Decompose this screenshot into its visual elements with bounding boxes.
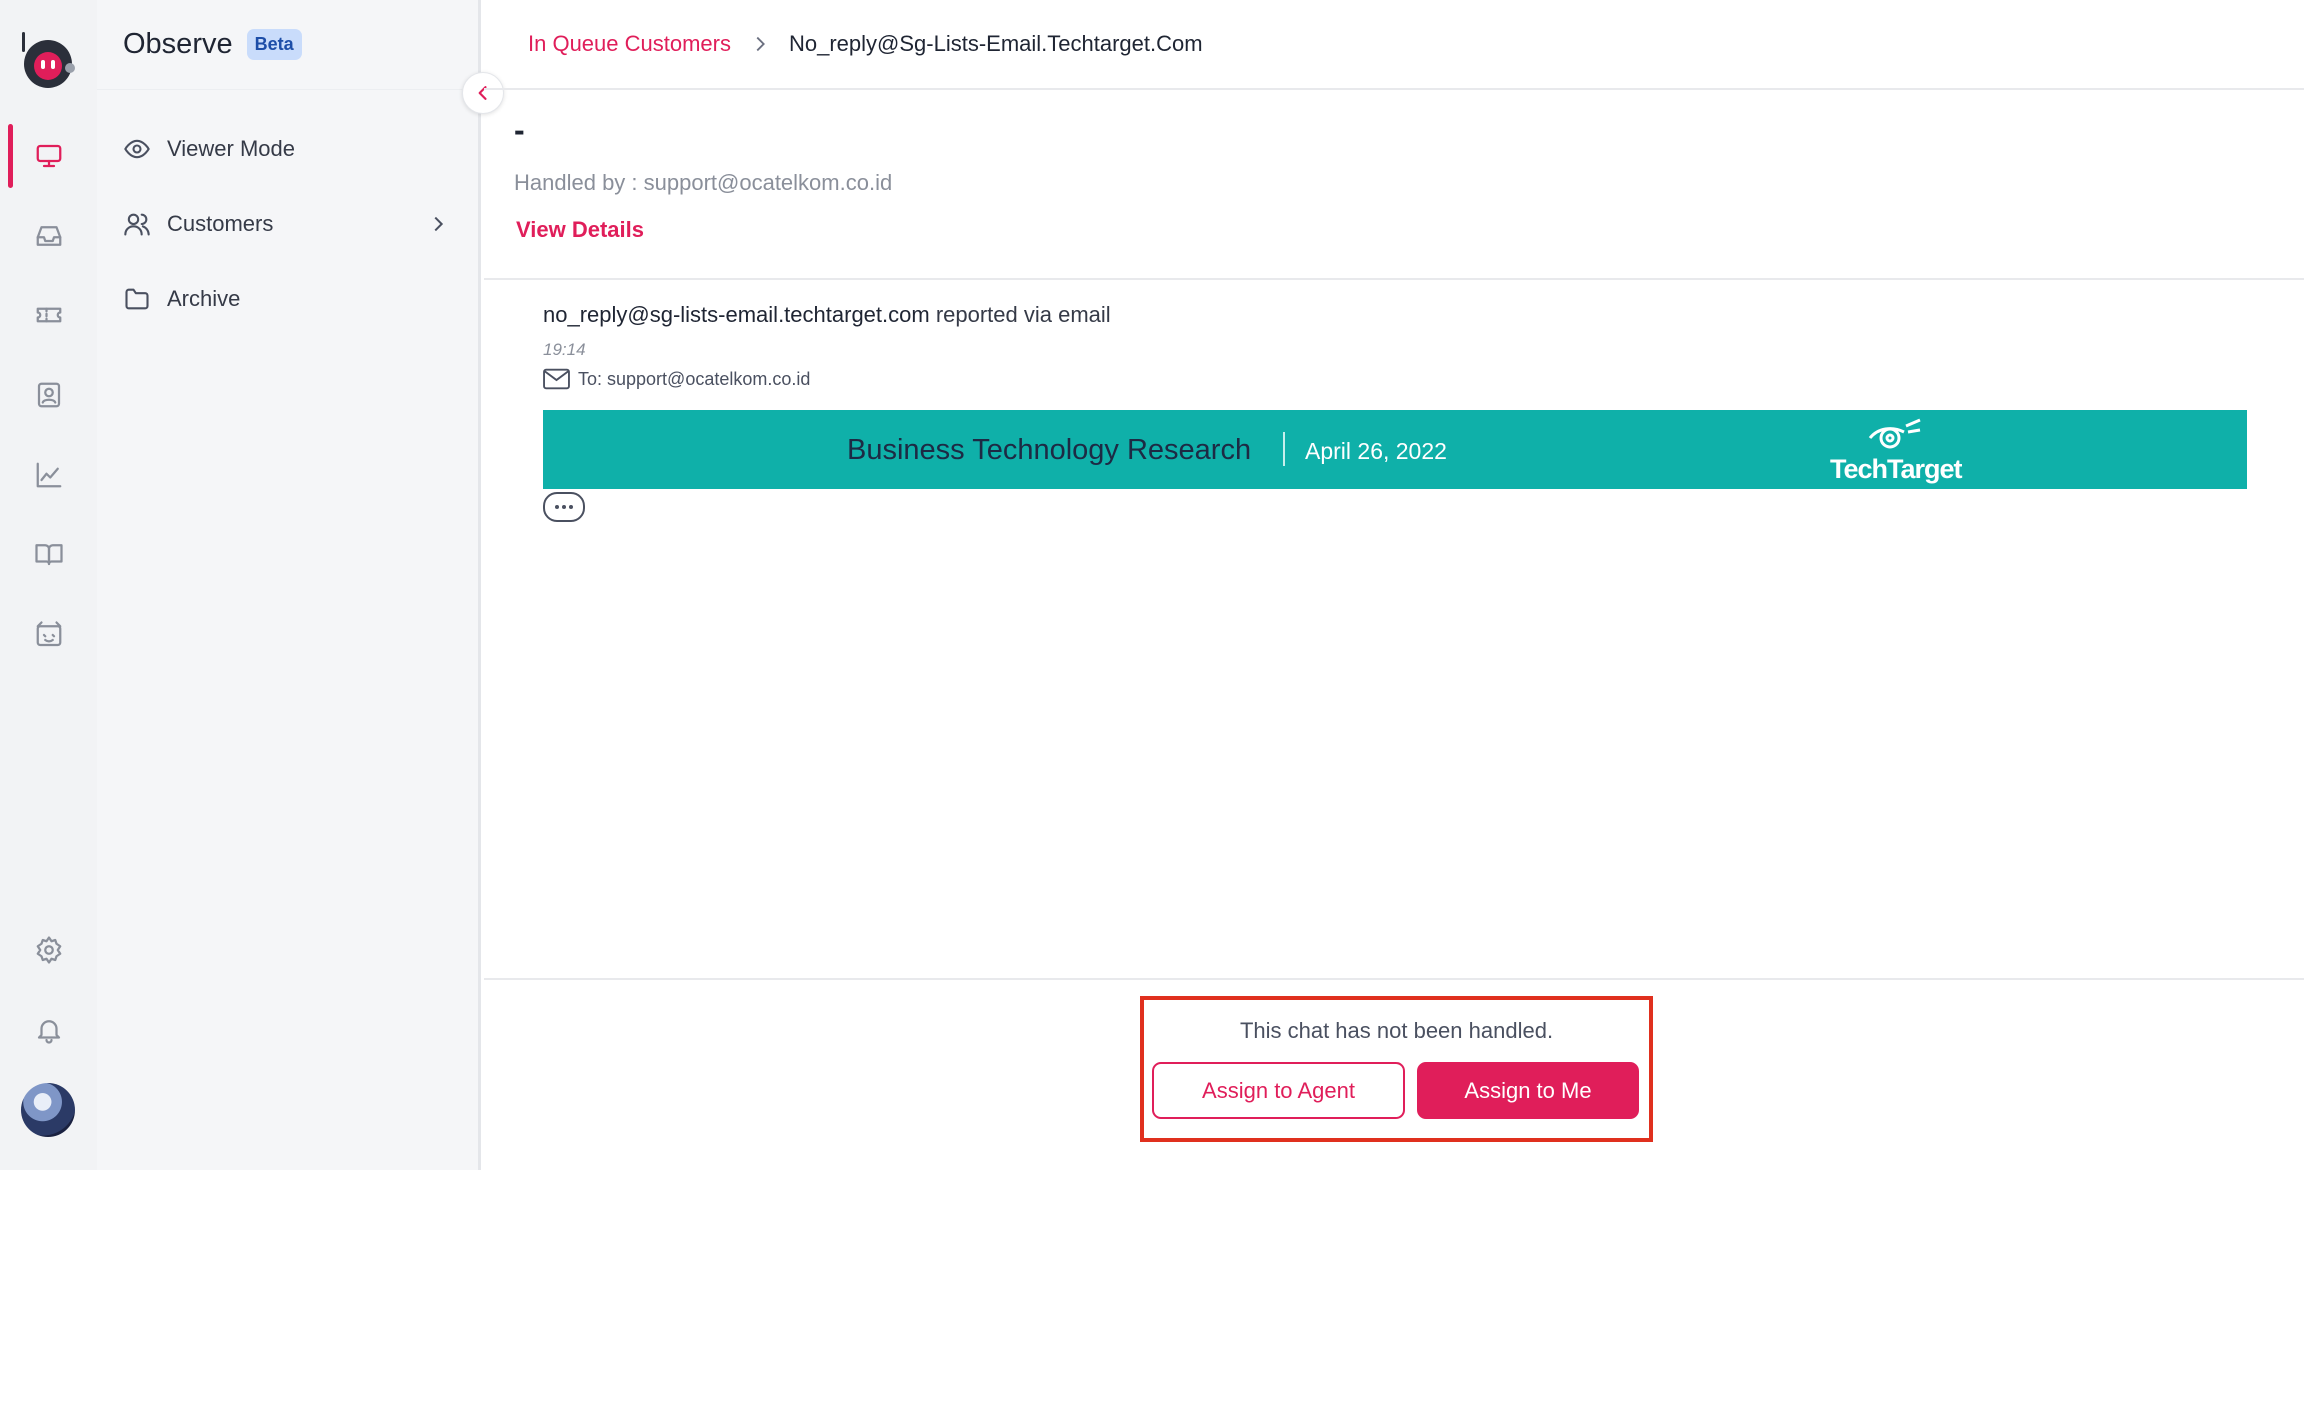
message-recipient: To: support@ocatelkom.co.id <box>543 368 810 390</box>
icon-rail <box>0 0 97 1170</box>
user-avatar[interactable] <box>21 1083 75 1137</box>
ticket-title: - <box>514 112 525 148</box>
rail-observe-monitor-icon[interactable] <box>0 124 97 188</box>
envelope-icon <box>543 368 570 390</box>
sidebar-item-customers[interactable]: Customers <box>123 202 459 246</box>
rail-ticket-icon[interactable] <box>0 283 97 347</box>
module-title: Observe <box>123 28 233 60</box>
email-message: no_reply@sg-lists-email.techtarget.com r… <box>543 302 1111 390</box>
assign-to-me-button[interactable]: Assign to Me <box>1417 1062 1639 1119</box>
chat-footer: This chat has not been handled. Assign t… <box>484 978 2304 1170</box>
dot-icon <box>555 505 559 509</box>
users-icon <box>124 213 150 236</box>
sender-email: no_reply@sg-lists-email.techtarget.com <box>543 302 930 327</box>
beta-badge: Beta <box>246 29 302 60</box>
banner-heading: Business Technology Research <box>847 434 1252 466</box>
message-sender-line: no_reply@sg-lists-email.techtarget.com r… <box>543 302 1111 328</box>
banner-date: April 26, 2022 <box>1305 438 1447 464</box>
sidebar-item-label: Viewer Mode <box>167 136 295 161</box>
view-details-link[interactable]: View Details <box>516 217 644 243</box>
assign-to-agent-button[interactable]: Assign to Agent <box>1152 1062 1405 1119</box>
assign-action-box: This chat has not been handled. Assign t… <box>1140 996 1653 1142</box>
rail-analytics-icon[interactable] <box>0 443 97 507</box>
rail-inbox-icon[interactable] <box>0 204 97 268</box>
techtarget-logo: TechTarget <box>1828 418 1963 484</box>
observe-sidebar: Observe Beta Viewer Mode Customers Archi… <box>97 0 481 1170</box>
breadcrumb-current: No_reply@Sg-Lists-Email.Techtarget.Com <box>788 31 1203 56</box>
chevron-right-icon <box>434 216 444 232</box>
unhandled-note: This chat has not been handled. <box>1239 1018 1554 1043</box>
recipient-text: To: support@ocatelkom.co.id <box>578 368 811 389</box>
rail-settings-icon[interactable] <box>0 918 97 982</box>
sidebar-header: Observe Beta <box>97 0 478 90</box>
rail-bell-icon[interactable] <box>0 998 97 1062</box>
ticket-header: - Handled by : support@ocatelkom.co.id V… <box>484 92 2304 280</box>
email-banner: Business Technology Research April 26, 2… <box>543 410 2247 489</box>
eye-icon <box>124 139 150 159</box>
sidebar-item-label: Archive <box>167 286 241 311</box>
folder-icon <box>125 288 149 310</box>
main-panel: In Queue Customers No_reply@Sg-Lists-Ema… <box>484 0 2304 1170</box>
banner-divider <box>1283 432 1285 466</box>
logo-text: TechTarget <box>1830 454 1963 484</box>
eye-logo-icon <box>1868 418 1921 449</box>
rail-contact-icon[interactable] <box>0 363 97 427</box>
sidebar-item-archive[interactable]: Archive <box>123 277 459 321</box>
chevron-right-icon <box>756 36 765 52</box>
breadcrumb-parent-link[interactable]: In Queue Customers <box>528 31 731 57</box>
message-time: 19:14 <box>543 340 586 359</box>
rail-knowledge-book-icon[interactable] <box>0 522 97 586</box>
handled-by-text: Handled by : support@ocatelkom.co.id <box>514 170 893 195</box>
breadcrumb: In Queue Customers No_reply@Sg-Lists-Ema… <box>484 0 2304 90</box>
dot-icon <box>569 505 573 509</box>
rail-bot-icon[interactable] <box>0 603 97 667</box>
channel-text: reported via email <box>929 302 1111 327</box>
show-more-button[interactable] <box>543 492 585 522</box>
sidebar-item-viewer-mode[interactable]: Viewer Mode <box>123 127 459 171</box>
dot-icon <box>562 505 566 509</box>
app-logo-icon[interactable] <box>18 28 78 92</box>
sidebar-item-label: Customers <box>167 211 274 236</box>
